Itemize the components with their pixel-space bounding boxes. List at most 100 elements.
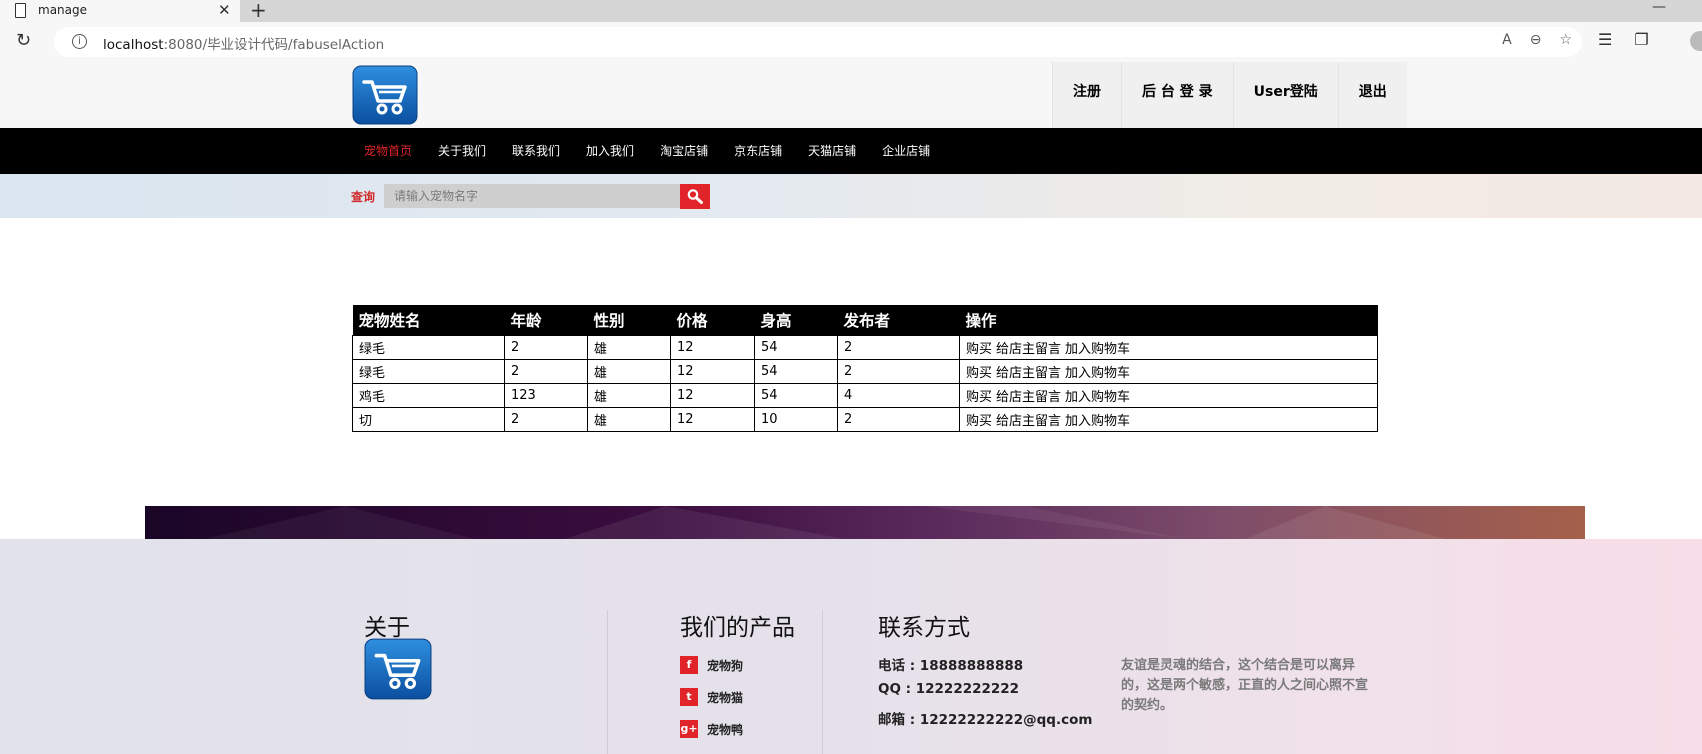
nav-tmall[interactable]: 天猫店铺 (808, 128, 856, 174)
add-to-cart-link[interactable]: 加入购物车 (1065, 366, 1130, 381)
footer-cart-logo-icon (364, 638, 432, 700)
register-link[interactable]: 注册 (1052, 62, 1121, 128)
close-icon[interactable]: ✕ (218, 1, 231, 19)
document-icon (15, 3, 26, 18)
search-button[interactable] (680, 184, 710, 209)
footer-divider (607, 610, 608, 754)
nav-jd[interactable]: 京东店铺 (734, 128, 782, 174)
cell-actions: 购买 给店主留言 加入购物车 (959, 335, 1378, 360)
shopping-cart-logo-icon[interactable] (352, 65, 418, 125)
product-item-cat[interactable]: t 宠物猫 (680, 688, 743, 706)
cell-name: 绿毛 (352, 335, 505, 360)
cell-publisher: 2 (837, 335, 960, 360)
nav-contact[interactable]: 联系我们 (512, 128, 560, 174)
nav-taobao[interactable]: 淘宝店铺 (660, 128, 708, 174)
footer-divider (822, 610, 823, 754)
top-nav: 注册 后 台 登 录 User登陆 退出 (1052, 62, 1407, 128)
nav-about[interactable]: 关于我们 (438, 128, 486, 174)
reload-icon[interactable]: ↻ (16, 30, 31, 51)
main-nav-links: 宠物首页 关于我们 联系我们 加入我们 淘宝店铺 京东店铺 天猫店铺 企业店铺 (364, 128, 956, 174)
cell-gender: 雄 (587, 407, 671, 432)
tab-title: manage (38, 3, 88, 17)
add-to-cart-link[interactable]: 加入购物车 (1065, 414, 1130, 429)
buy-link[interactable]: 购买 (966, 390, 992, 405)
cell-price: 12 (670, 407, 755, 432)
decorative-banner (145, 506, 1585, 539)
product-item-duck[interactable]: g+ 宠物鸭 (680, 720, 743, 738)
collections-icon[interactable]: ❐ (1634, 30, 1648, 49)
cell-price: 12 (670, 359, 755, 384)
browser-tab[interactable]: manage ✕ (0, 0, 240, 22)
table-row: 切 2 雄 12 10 2 购买 给店主留言 加入购物车 (352, 407, 1378, 432)
url-text[interactable]: localhost:8080/毕业设计代码/fabuselAction (103, 33, 384, 53)
cell-height: 54 (754, 359, 838, 384)
footer-motto: 友谊是灵魂的结合，这个结合是可以离异的，这是两个敏感，正直的人之间心照不宣的契约… (1121, 658, 1369, 713)
user-login-link[interactable]: User登陆 (1232, 62, 1338, 128)
col-age: 年龄 (504, 305, 588, 336)
read-aloud-icon[interactable]: A (1502, 32, 1512, 48)
cell-price: 12 (670, 383, 755, 408)
nav-join[interactable]: 加入我们 (586, 128, 634, 174)
table-row: 鸡毛 123 雄 12 54 4 购买 给店主留言 加入购物车 (352, 383, 1378, 408)
buy-link[interactable]: 购买 (966, 414, 992, 429)
cell-publisher: 2 (837, 359, 960, 384)
message-owner-link[interactable]: 给店主留言 (996, 366, 1061, 381)
search-bar: 查询 (0, 174, 1702, 218)
main-nav: 宠物首页 关于我们 联系我们 加入我们 淘宝店铺 京东店铺 天猫店铺 企业店铺 (0, 128, 1702, 174)
col-pet-name: 宠物姓名 (352, 305, 505, 336)
product-item-dog[interactable]: f 宠物狗 (680, 656, 743, 674)
cell-actions: 购买 给店主留言 加入购物车 (959, 383, 1378, 408)
footer-contact-title: 联系方式 (878, 615, 970, 641)
minimize-icon[interactable]: — (1652, 0, 1666, 15)
buy-link[interactable]: 购买 (966, 342, 992, 357)
cell-name: 绿毛 (352, 359, 505, 384)
cell-height: 10 (754, 407, 838, 432)
logout-link[interactable]: 退出 (1337, 62, 1407, 128)
add-to-cart-link[interactable]: 加入购物车 (1065, 342, 1130, 357)
url-host: localhost (103, 37, 164, 53)
product-label: 宠物鸭 (707, 722, 744, 737)
banner-pattern (205, 506, 1445, 539)
cell-gender: 雄 (587, 335, 671, 360)
cell-publisher: 2 (837, 407, 960, 432)
address-bar: ↻ i localhost:8080/毕业设计代码/fabuselAction … (0, 22, 1702, 63)
omnibox-actions: A ⊖ ☆ (1484, 32, 1572, 48)
zoom-out-icon[interactable]: ⊖ (1530, 32, 1542, 48)
add-favorite-icon[interactable]: ☆ (1559, 32, 1572, 48)
search-input[interactable] (384, 184, 680, 208)
message-owner-link[interactable]: 给店主留言 (996, 342, 1061, 357)
col-publisher: 发布者 (837, 305, 960, 336)
message-owner-link[interactable]: 给店主留言 (996, 414, 1061, 429)
product-label: 宠物狗 (707, 658, 744, 673)
search-icon (687, 189, 703, 204)
url-path: :8080/毕业设计代码/fabuselAction (163, 37, 385, 53)
favorites-icon[interactable]: ☰ (1598, 30, 1612, 49)
col-price: 价格 (670, 305, 755, 336)
browser-tab-bar: manage ✕ + — (0, 0, 1702, 22)
buy-link[interactable]: 购买 (966, 366, 992, 381)
add-to-cart-link[interactable]: 加入购物车 (1065, 390, 1130, 405)
cell-actions: 购买 给店主留言 加入购物车 (959, 359, 1378, 384)
cell-height: 54 (754, 335, 838, 360)
contact-email: 邮箱 : 12222222222@qq.com (878, 712, 1093, 728)
search-label: 查询 (351, 190, 376, 204)
nav-home[interactable]: 宠物首页 (364, 128, 412, 174)
cell-age: 2 (504, 359, 588, 384)
footer: 关于 我们的产品 f 宠物狗 t 宠物猫 g+ 宠物鸭 联系方式 电话 : 18… (0, 539, 1702, 754)
url-field[interactable]: i localhost:8080/毕业设计代码/fabuselAction A ⊖… (54, 27, 1582, 57)
info-icon[interactable]: i (72, 34, 87, 49)
footer-products-title: 我们的产品 (680, 615, 795, 641)
new-tab-button[interactable]: + (250, 0, 267, 22)
nav-enterprise[interactable]: 企业店铺 (882, 128, 930, 174)
admin-login-link[interactable]: 后 台 登 录 (1121, 62, 1233, 128)
table-header-row: 宠物姓名 年龄 性别 价格 身高 发布者 操作 (352, 305, 1378, 336)
profile-avatar[interactable] (1690, 31, 1702, 51)
message-owner-link[interactable]: 给店主留言 (996, 390, 1061, 405)
pet-table: 宠物姓名 年龄 性别 价格 身高 发布者 操作 绿毛 2 雄 12 54 2 购… (352, 305, 1378, 432)
facebook-icon: f (680, 656, 698, 674)
col-gender: 性别 (587, 305, 671, 336)
cell-gender: 雄 (587, 359, 671, 384)
cell-price: 12 (670, 335, 755, 360)
cell-name: 鸡毛 (352, 383, 505, 408)
cell-age: 2 (504, 335, 588, 360)
